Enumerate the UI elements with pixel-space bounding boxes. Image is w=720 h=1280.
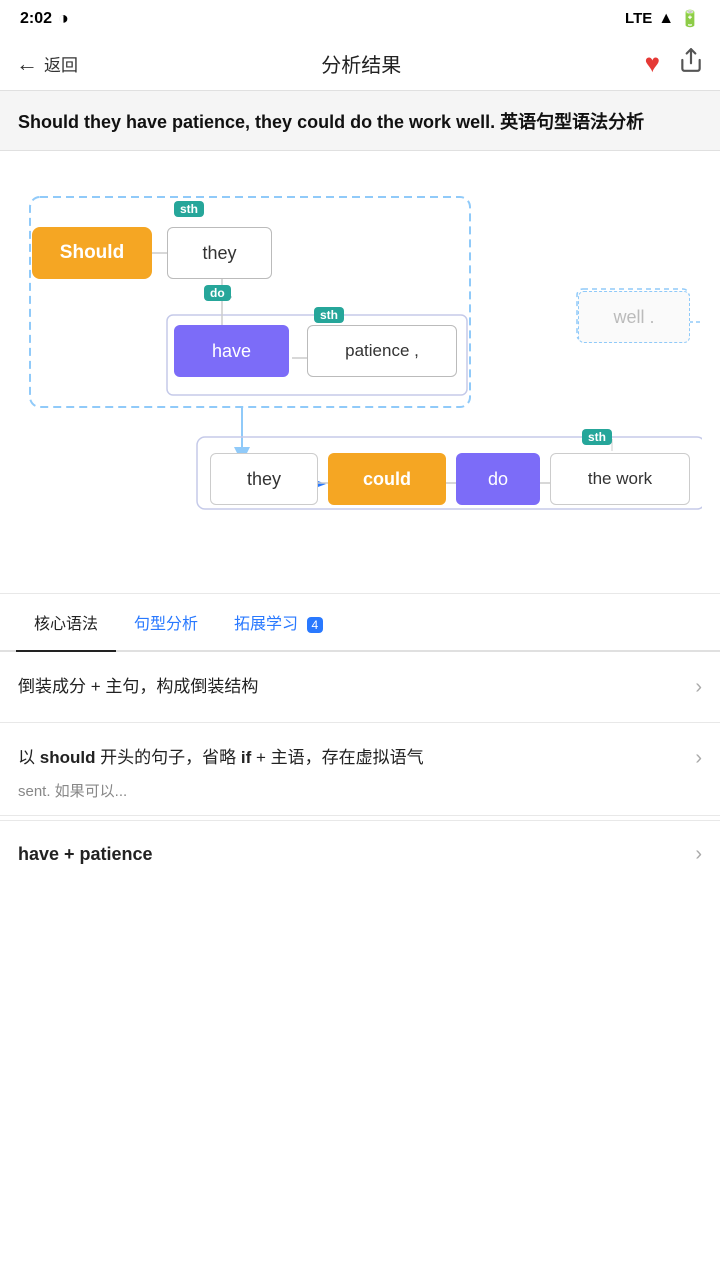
page-title: 分析结果 bbox=[321, 49, 401, 78]
could-node: could bbox=[328, 453, 446, 505]
sth-tag-1: sth bbox=[174, 201, 204, 217]
sentence-english: Should they have patience, they could do… bbox=[18, 112, 495, 132]
they1-node: they bbox=[167, 227, 272, 279]
have-patience-item[interactable]: have + patience › bbox=[0, 820, 720, 888]
tab-expand[interactable]: 拓展学习 4 bbox=[216, 594, 341, 650]
header: ← 返回 分析结果 ♥ bbox=[0, 37, 720, 91]
back-label: 返回 bbox=[44, 51, 78, 76]
have-patience-label: have + patience bbox=[18, 844, 153, 865]
share-icon[interactable] bbox=[678, 47, 704, 80]
circle-icon: ◑ bbox=[58, 8, 69, 29]
chevron-icon-3: › bbox=[695, 843, 702, 866]
grammar-item-2-sub: sent. 如果可以... bbox=[0, 772, 720, 815]
time-display: 2:02 bbox=[20, 10, 52, 28]
favorite-icon[interactable]: ♥ bbox=[645, 48, 660, 79]
diagram-area: 主句 Should bbox=[0, 151, 720, 594]
do-tag: do bbox=[204, 285, 231, 301]
signal-icon: ▲ bbox=[658, 10, 674, 28]
grammar-item-1[interactable]: 倒装成分 + 主句，构成倒装结构 › bbox=[0, 652, 720, 723]
lte-label: LTE bbox=[625, 10, 652, 27]
sth-tag-2: sth bbox=[314, 307, 344, 323]
grammar-item-1-text: 倒装成分 + 主句，构成倒装结构 bbox=[18, 674, 685, 700]
tabs-bar: 核心语法 句型分析 拓展学习 4 bbox=[0, 594, 720, 652]
tab-core[interactable]: 核心语法 bbox=[16, 594, 116, 650]
sentence-chinese: 英语句型语法分析 bbox=[500, 112, 644, 132]
status-right: LTE ▲ 🔋 bbox=[625, 9, 700, 29]
well-node: well . bbox=[578, 291, 690, 343]
tab-sentence[interactable]: 句型分析 bbox=[116, 594, 216, 650]
status-bar: 2:02 ◑ LTE ▲ 🔋 bbox=[0, 0, 720, 37]
chevron-icon-2: › bbox=[695, 747, 702, 770]
have-node: have bbox=[174, 325, 289, 377]
chevron-icon-1: › bbox=[695, 676, 702, 699]
sentence-title: Should they have patience, they could do… bbox=[0, 91, 720, 151]
status-left: 2:02 ◑ bbox=[20, 8, 69, 29]
back-arrow-icon: ← bbox=[16, 51, 38, 77]
back-button[interactable]: ← 返回 bbox=[16, 51, 78, 77]
expand-badge: 4 bbox=[307, 617, 324, 633]
patience-node: patience , bbox=[307, 325, 457, 377]
grammar-item-2[interactable]: 以 should 开头的句子，省略 if + 主语，存在虚拟语气 › sent.… bbox=[0, 723, 720, 815]
header-actions: ♥ bbox=[645, 47, 704, 80]
they2-node: they bbox=[210, 453, 318, 505]
battery-icon: 🔋 bbox=[680, 9, 700, 29]
grammar-item-2-text: 以 should 开头的句子，省略 if + 主语，存在虚拟语气 bbox=[18, 745, 685, 771]
do-node: do bbox=[456, 453, 540, 505]
thework-node: the work bbox=[550, 453, 690, 505]
should-node: Should bbox=[32, 227, 152, 279]
diagram-inner: 主句 Should bbox=[12, 167, 702, 577]
sth-tag-3: sth bbox=[582, 429, 612, 445]
